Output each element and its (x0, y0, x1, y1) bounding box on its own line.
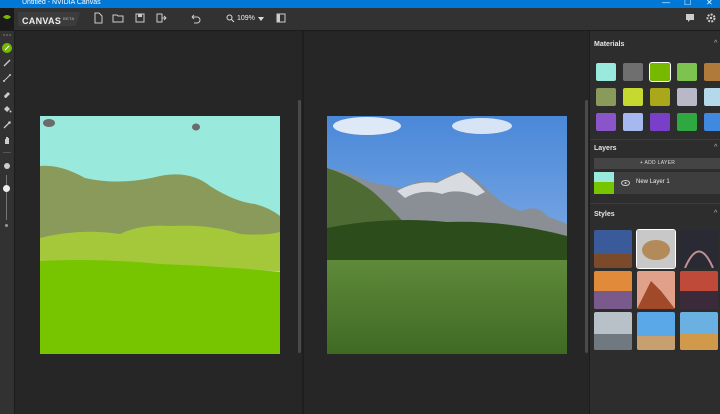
open-folder-icon[interactable] (111, 11, 125, 25)
right-canvas-scrollbar[interactable] (585, 100, 588, 353)
zoom-icon (226, 14, 235, 23)
materials-heading: Materials (594, 41, 625, 48)
brush-size-slider-track[interactable] (6, 175, 7, 220)
drag-handle-icon (3, 34, 11, 36)
tools-divider (3, 152, 11, 153)
material-water[interactable] (704, 88, 720, 106)
style-thumbnail[interactable] (594, 271, 632, 309)
new-file-icon[interactable] (91, 11, 105, 25)
style-thumbnail[interactable] (637, 312, 675, 350)
save-icon[interactable] (133, 11, 147, 25)
material-cloud[interactable] (623, 63, 643, 81)
export-icon[interactable] (154, 11, 168, 25)
styles-collapse-chevron-icon[interactable]: ^ (714, 210, 717, 217)
add-layer-button[interactable]: + ADD LAYER (594, 158, 720, 169)
eye-visibility-icon[interactable] (621, 180, 630, 186)
material-ice[interactable] (623, 113, 643, 131)
material-grass-selected[interactable] (649, 62, 671, 82)
chevron-down-icon (258, 17, 264, 21)
style-thumbnail[interactable] (594, 230, 632, 268)
style-thumbnail[interactable] (680, 271, 718, 309)
panel-separator (590, 203, 720, 204)
material-dirt[interactable] (704, 63, 720, 81)
eyedropper-icon[interactable] (2, 120, 12, 130)
layers-collapse-chevron-icon[interactable]: ^ (714, 144, 717, 151)
material-hill[interactable] (677, 63, 697, 81)
layer-name: New Layer 1 (636, 179, 670, 185)
style-thumbnail[interactable] (680, 230, 718, 268)
layer-item[interactable]: New Layer 1 (594, 172, 720, 194)
segmentation-canvas[interactable] (40, 116, 280, 354)
zoom-control[interactable]: 109% (222, 11, 272, 27)
feedback-icon[interactable] (683, 11, 697, 25)
close-button[interactable]: ✕ (706, 0, 713, 8)
materials-collapse-chevron-icon[interactable]: ^ (714, 40, 717, 47)
brush-size-slider-thumb[interactable] (3, 185, 10, 192)
window-title: Untitled - NVIDIA Canvas (22, 0, 101, 6)
material-fog[interactable] (650, 113, 670, 131)
material-river[interactable] (704, 113, 720, 131)
brush-size-min-dot (5, 224, 8, 227)
style-thumbnail-selected[interactable] (636, 229, 676, 269)
material-sky[interactable] (596, 63, 616, 81)
style-thumbnail[interactable] (680, 312, 718, 350)
style-thumbnail[interactable] (637, 271, 675, 309)
material-snow[interactable] (677, 88, 697, 106)
material-brush-icon[interactable] (2, 43, 12, 53)
brand-label: CANVAS (22, 16, 62, 26)
layer-thumbnail (594, 172, 614, 194)
material-palm[interactable] (650, 88, 670, 106)
pan-hand-icon[interactable] (2, 135, 12, 145)
zoom-value: 109% (237, 15, 255, 22)
brush-icon[interactable] (2, 58, 12, 68)
material-tree[interactable] (623, 88, 643, 106)
minimize-button[interactable]: — (662, 0, 670, 8)
top-toolbar: CANVAS BETA 109% (0, 8, 720, 31)
style-thumbnail[interactable] (594, 312, 632, 350)
material-bush[interactable] (677, 113, 697, 131)
eraser-icon[interactable] (2, 89, 12, 99)
beta-badge: BETA (63, 16, 75, 21)
material-mountain[interactable] (596, 88, 616, 106)
panel-separator (590, 139, 720, 140)
layers-heading: Layers (594, 145, 617, 152)
styles-heading: Styles (594, 211, 615, 218)
left-canvas-scrollbar[interactable] (298, 100, 301, 353)
app-brand: CANVAS BETA (18, 12, 81, 26)
generated-landscape-image (327, 116, 567, 354)
fill-bucket-icon[interactable] (2, 104, 12, 114)
undo-icon[interactable] (188, 11, 202, 25)
right-panel: Materials ^ Layers ^ + ADD LAYER New Lay… (589, 31, 720, 414)
split-divider[interactable] (302, 31, 304, 414)
material-flower[interactable] (596, 113, 616, 131)
brush-size-icon (4, 163, 10, 169)
nvidia-logo-icon (0, 8, 14, 30)
window-title-bar: Untitled - NVIDIA Canvas — ☐ ✕ (0, 0, 720, 8)
maximize-button[interactable]: ☐ (684, 0, 691, 8)
line-tool-icon[interactable] (2, 73, 12, 83)
settings-gear-icon[interactable] (704, 11, 718, 25)
split-view-icon[interactable] (274, 11, 288, 25)
tools-sidebar (0, 31, 15, 414)
